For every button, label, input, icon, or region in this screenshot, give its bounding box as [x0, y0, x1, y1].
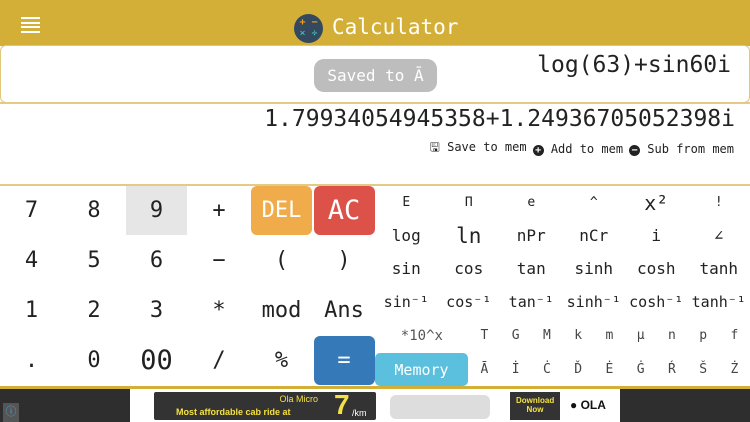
- sci-key-0-5[interactable]: !: [688, 186, 750, 219]
- sci-key-1-0[interactable]: log: [375, 219, 438, 252]
- memory-slot-key-8[interactable]: Ż: [719, 353, 750, 386]
- sci-key-1-3[interactable]: nCr: [563, 219, 626, 252]
- key-sym34[interactable]: %: [251, 336, 312, 385]
- saved-toast: Saved to Ā: [314, 59, 437, 92]
- sci-key-2-3[interactable]: sinh: [563, 252, 626, 285]
- key-3[interactable]: 3: [126, 286, 187, 335]
- key-AC[interactable]: AC: [313, 186, 375, 235]
- sci-key-3-2[interactable]: tan⁻¹: [500, 285, 563, 318]
- prefix-key-8[interactable]: f: [719, 319, 750, 352]
- key-00[interactable]: 00: [126, 336, 187, 385]
- key-sym33[interactable]: /: [189, 336, 250, 385]
- memory-slot-key-0[interactable]: Ā: [469, 353, 500, 386]
- key-sym23[interactable]: *: [189, 286, 250, 335]
- sub-from-mem-button[interactable]: − Sub from mem: [629, 142, 734, 156]
- memory-slot-key-7[interactable]: Š: [688, 353, 719, 386]
- prefix-key-4[interactable]: m: [594, 319, 625, 352]
- car-image: [390, 395, 490, 419]
- ad-banner[interactable]: Ola Micro Most affordable cab ride at 7 …: [0, 389, 750, 422]
- sci-key-2-2[interactable]: tan: [500, 252, 563, 285]
- prefix-key-7[interactable]: p: [688, 319, 719, 352]
- app-header: + − × ÷ Calculator: [0, 0, 750, 46]
- memory-slot-key-1[interactable]: İ: [500, 353, 531, 386]
- key-sym03[interactable]: +: [189, 186, 250, 235]
- save-to-mem-button[interactable]: 🖫 Save to mem: [430, 138, 527, 159]
- key-2[interactable]: 2: [64, 286, 125, 335]
- prefix-key-5[interactable]: μ: [625, 319, 656, 352]
- prefix-key-6[interactable]: n: [656, 319, 687, 352]
- sci-key-3-5[interactable]: tanh⁻¹: [688, 285, 750, 318]
- minus-circle-icon: −: [629, 144, 641, 156]
- key-sym13[interactable]: −: [189, 236, 250, 285]
- plus-circle-icon: +: [532, 144, 544, 156]
- memory-slot-key-2[interactable]: Ċ: [531, 353, 562, 386]
- prefix-key-0[interactable]: T: [469, 319, 500, 352]
- prefix-key-3[interactable]: k: [563, 319, 594, 352]
- ad-text-box: Ola Micro Most affordable cab ride at 7 …: [154, 389, 376, 420]
- memory-button[interactable]: Memory: [375, 353, 468, 386]
- key-sym30[interactable]: .: [1, 336, 62, 385]
- sci-key-2-5[interactable]: tanh: [688, 252, 750, 285]
- memory-slot-key-3[interactable]: Ď: [563, 353, 594, 386]
- ola-logo: ● OLA: [570, 398, 606, 412]
- memory-actions: 🖫 Save to mem + Add to mem − Sub from me…: [430, 138, 734, 159]
- floppy-icon: 🖫: [429, 140, 440, 154]
- sci-key-3-3[interactable]: sinh⁻¹: [563, 285, 626, 318]
- memory-slot-key-5[interactable]: Ġ: [625, 353, 656, 386]
- key-5[interactable]: 5: [64, 236, 125, 285]
- expression-input[interactable]: log(63)+sin60i Saved to Ā: [0, 45, 750, 103]
- sci-key-1-4[interactable]: i: [625, 219, 688, 252]
- key-9[interactable]: 9: [126, 186, 187, 235]
- sci-key-0-1[interactable]: Π: [438, 186, 501, 219]
- key-mod[interactable]: mod: [251, 286, 312, 335]
- ad-cta-button[interactable]: Download Now: [510, 392, 560, 420]
- memory-slot-key-4[interactable]: Ė: [594, 353, 625, 386]
- add-to-mem-button[interactable]: + Add to mem: [532, 142, 623, 156]
- menu-icon[interactable]: [21, 17, 40, 33]
- sci-key-0-0[interactable]: E: [375, 186, 438, 219]
- sci-key-2-4[interactable]: cosh: [625, 252, 688, 285]
- key-4[interactable]: 4: [1, 236, 62, 285]
- ad-content[interactable]: Ola Micro Most affordable cab ride at 7 …: [130, 389, 620, 422]
- key-DEL[interactable]: DEL: [251, 186, 312, 235]
- ad-info-icon[interactable]: ⓘ: [3, 403, 19, 422]
- ad-unit: /km: [352, 408, 367, 418]
- app-title: Calculator: [332, 15, 459, 39]
- sci-key-0-4[interactable]: x²: [625, 186, 688, 219]
- key-Ans[interactable]: Ans: [314, 286, 375, 335]
- ad-price: 7: [334, 389, 350, 420]
- key-sym35[interactable]: =: [313, 336, 375, 385]
- sci-key-2-1[interactable]: cos: [438, 252, 501, 285]
- prefix-key-1[interactable]: G: [500, 319, 531, 352]
- key-sym14[interactable]: (: [251, 236, 312, 285]
- prefix-key-2[interactable]: M: [531, 319, 562, 352]
- key-7[interactable]: 7: [1, 186, 62, 235]
- sci-key-0-3[interactable]: ^: [563, 186, 626, 219]
- memory-slot-key-6[interactable]: Ŕ: [656, 353, 687, 386]
- key-8[interactable]: 8: [64, 186, 125, 235]
- key-sym15[interactable]: ): [314, 236, 375, 285]
- divider: [0, 102, 750, 104]
- times-ten-power-key[interactable]: *10^x: [375, 319, 469, 352]
- ad-line1: Ola Micro: [279, 394, 318, 404]
- key-1[interactable]: 1: [1, 286, 62, 335]
- key-6[interactable]: 6: [126, 236, 187, 285]
- sci-key-1-2[interactable]: nPr: [500, 219, 563, 252]
- sci-key-3-0[interactable]: sin⁻¹: [375, 285, 438, 318]
- calculator-logo-icon: + − × ÷: [294, 14, 323, 43]
- ad-line2: Most affordable cab ride at: [176, 407, 291, 417]
- sci-key-3-4[interactable]: cosh⁻¹: [625, 285, 688, 318]
- sci-key-1-1[interactable]: ln: [438, 219, 501, 252]
- sci-key-0-2[interactable]: e: [500, 186, 563, 219]
- result-text: 1.79934054945358+1.24936705052398i: [264, 106, 735, 132]
- sci-key-3-1[interactable]: cos⁻¹: [438, 285, 501, 318]
- sci-key-1-5[interactable]: ∠: [688, 219, 750, 252]
- expression-text: log(63)+sin60i: [537, 52, 731, 78]
- sci-key-2-0[interactable]: sin: [375, 252, 438, 285]
- key-0[interactable]: 0: [64, 336, 125, 385]
